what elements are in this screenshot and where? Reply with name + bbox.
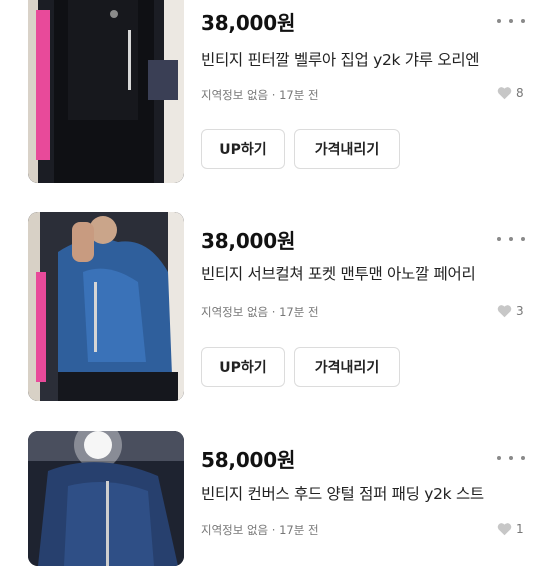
like-count-value: 3 [516, 304, 524, 318]
product-photo [28, 431, 184, 566]
heart-icon [497, 305, 512, 318]
up-button[interactable]: UP하기 [201, 347, 285, 387]
price: 38,000원 [201, 229, 296, 253]
listing-meta: 지역정보 없음 · 17분 전 [201, 88, 319, 102]
like-count[interactable]: 1 [497, 522, 524, 536]
price-down-button[interactable]: 가격내리기 [294, 347, 400, 387]
price: 38,000원 [201, 11, 296, 35]
product-thumbnail[interactable] [28, 431, 184, 566]
product-photo [28, 212, 184, 401]
listing-item-2[interactable]: 38,000원 빈티지 서브컬쳐 포켓 맨투맨 아노깔 페어리 지역정보 없음 … [0, 205, 554, 415]
price-down-button[interactable]: 가격내리기 [294, 129, 400, 169]
like-count-value: 1 [516, 522, 524, 536]
listing-title[interactable]: 빈티지 컨버스 후드 양털 점퍼 패딩 y2k 스트 [201, 482, 527, 504]
product-thumbnail[interactable] [28, 212, 184, 401]
listing-meta: 지역정보 없음 · 17분 전 [201, 305, 319, 319]
more-dots-icon[interactable] [497, 16, 525, 26]
product-photo [28, 0, 184, 183]
listing-title[interactable]: 빈티지 서브컬쳐 포켓 맨투맨 아노깔 페어리 [201, 262, 527, 284]
more-dots-icon[interactable] [497, 234, 525, 244]
more-dots-icon[interactable] [497, 453, 525, 463]
product-thumbnail[interactable] [28, 0, 184, 183]
listing-item-3[interactable]: 58,000원 빈티지 컨버스 후드 양털 점퍼 패딩 y2k 스트 지역정보 … [0, 425, 554, 566]
like-count-value: 8 [516, 86, 524, 100]
listing-meta: 지역정보 없음 · 17분 전 [201, 523, 319, 537]
heart-icon [497, 523, 512, 536]
like-count[interactable]: 8 [497, 86, 524, 100]
up-button[interactable]: UP하기 [201, 129, 285, 169]
heart-icon [497, 87, 512, 100]
listing-item-1[interactable]: 38,000원 빈티지 핀터깔 벨루아 집업 y2k 갸루 오리엔 지역정보 없… [0, 0, 554, 195]
listing-title[interactable]: 빈티지 핀터깔 벨루아 집업 y2k 갸루 오리엔 [201, 48, 527, 70]
price: 58,000원 [201, 448, 296, 472]
like-count[interactable]: 3 [497, 304, 524, 318]
